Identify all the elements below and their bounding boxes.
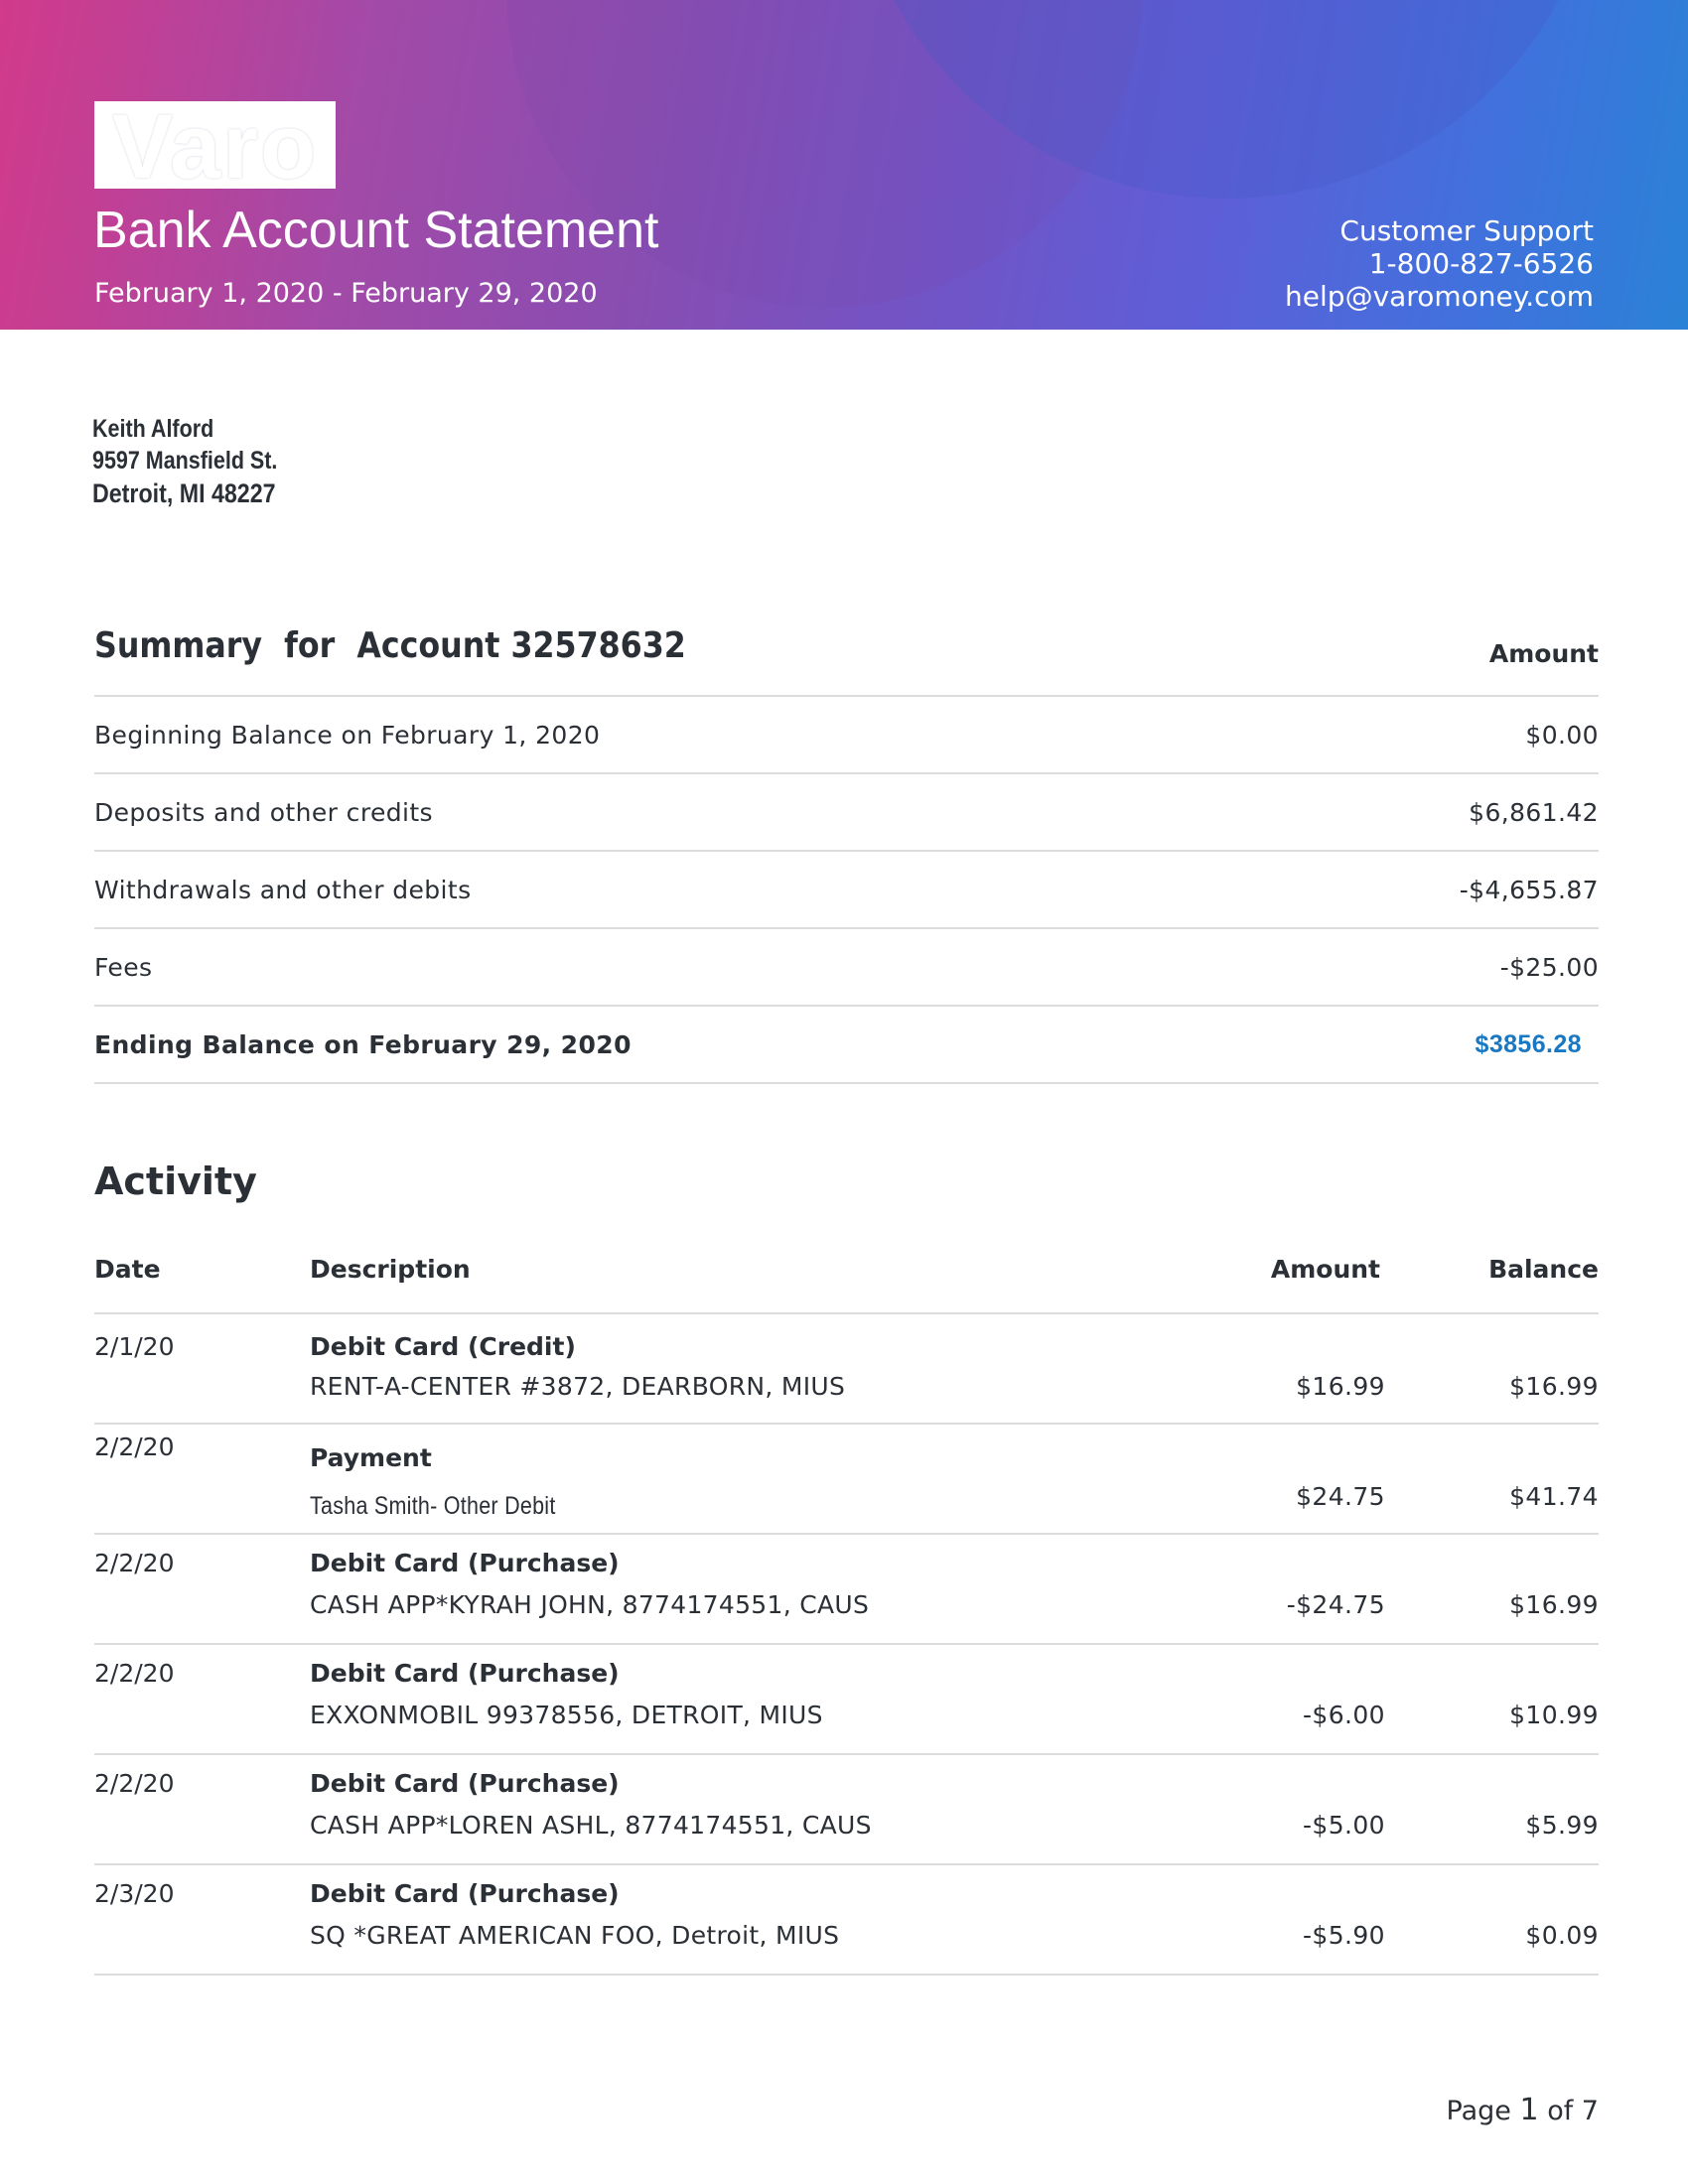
summary-row-value: $6,861.42 bbox=[1469, 798, 1599, 827]
table-row: 2/3/20 Debit Card (Purchase) SQ *GREAT A… bbox=[94, 1865, 1599, 1975]
summary-row-value: -$4,655.87 bbox=[1459, 876, 1599, 904]
row-date: 2/2/20 bbox=[94, 1769, 175, 1798]
table-row: 2/2/20 Debit Card (Purchase) EXXONMOBIL … bbox=[94, 1645, 1599, 1754]
summary-row-beginning-balance: Beginning Balance on February 1, 2020 $0… bbox=[94, 721, 1599, 760]
customer-city: Detroit, MI 48227 bbox=[92, 478, 276, 508]
row-amount: -$24.75 bbox=[1286, 1590, 1385, 1619]
logo-wordmark: Varo bbox=[111, 96, 319, 198]
summary-row-value: $0.00 bbox=[1525, 721, 1599, 750]
page-current: 1 bbox=[1519, 2093, 1539, 2127]
divider bbox=[94, 695, 1599, 697]
page-indicator: Page 1 of 7 bbox=[1447, 2093, 1599, 2127]
divider bbox=[94, 1005, 1599, 1007]
summary-row-label: Withdrawals and other debits bbox=[94, 876, 472, 904]
customer-name: Keith Alford bbox=[92, 415, 214, 443]
row-type: Debit Card (Credit) bbox=[310, 1332, 576, 1361]
summary-title-label: Summary for Account bbox=[94, 625, 500, 666]
table-row: 2/2/20 Debit Card (Purchase) CASH APP*LO… bbox=[94, 1755, 1599, 1864]
summary-header: Summary for Account 32578632 Amount bbox=[94, 625, 1599, 685]
page-title: Bank Account Statement bbox=[93, 202, 659, 259]
row-amount: $16.99 bbox=[1296, 1372, 1385, 1401]
row-description: SQ *GREAT AMERICAN FOO, Detroit, MIUS bbox=[310, 1921, 840, 1950]
row-balance: $5.99 bbox=[1525, 1811, 1599, 1840]
divider bbox=[94, 1974, 1599, 1976]
row-balance: $10.99 bbox=[1509, 1701, 1599, 1729]
row-amount: -$5.90 bbox=[1303, 1921, 1385, 1950]
row-type: Debit Card (Purchase) bbox=[310, 1879, 620, 1908]
row-balance: $41.74 bbox=[1509, 1482, 1599, 1511]
table-row: 2/1/20 Debit Card (Credit) RENT-A-CENTER… bbox=[94, 1314, 1599, 1424]
row-date: 2/3/20 bbox=[94, 1879, 175, 1908]
summary-row-value: -$25.00 bbox=[1499, 953, 1599, 982]
column-header-balance: Balance bbox=[1488, 1255, 1599, 1284]
row-type: Debit Card (Purchase) bbox=[310, 1659, 620, 1688]
row-amount: -$6.00 bbox=[1303, 1701, 1385, 1729]
support-phone[interactable]: 1-800-827-6526 bbox=[1285, 247, 1594, 280]
divider bbox=[94, 772, 1599, 774]
column-header-description: Description bbox=[310, 1255, 471, 1284]
row-amount: $24.75 bbox=[1296, 1482, 1385, 1511]
summary-row-label: Beginning Balance on February 1, 2020 bbox=[94, 721, 601, 750]
row-type: Debit Card (Purchase) bbox=[310, 1769, 620, 1798]
summary-row-fees: Fees -$25.00 bbox=[94, 953, 1599, 993]
summary-amount-header: Amount bbox=[1488, 639, 1599, 668]
column-header-amount: Amount bbox=[1270, 1255, 1380, 1284]
row-type: Payment bbox=[310, 1443, 432, 1472]
varo-logo: Varo bbox=[94, 96, 336, 198]
row-amount: -$5.00 bbox=[1303, 1811, 1385, 1840]
summary-row-deposits: Deposits and other credits $6,861.42 bbox=[94, 798, 1599, 838]
ending-balance-value: $3856.28 bbox=[1475, 1030, 1582, 1058]
activity-title: Activity bbox=[94, 1160, 257, 1203]
row-date: 2/1/20 bbox=[94, 1332, 175, 1361]
row-date: 2/2/20 bbox=[94, 1433, 175, 1461]
row-date: 2/2/20 bbox=[94, 1549, 175, 1577]
statement-header: Varo Bank Account Statement February 1, … bbox=[0, 0, 1688, 330]
summary-row-label: Fees bbox=[94, 953, 153, 982]
table-row: 2/2/20 Debit Card (Purchase) CASH APP*KY… bbox=[94, 1535, 1599, 1644]
page-label: Page bbox=[1446, 2096, 1511, 2126]
summary-row-withdrawals: Withdrawals and other debits -$4,655.87 bbox=[94, 876, 1599, 915]
row-balance: $0.09 bbox=[1525, 1921, 1599, 1950]
support-label: Customer Support bbox=[1339, 214, 1594, 247]
row-description: CASH APP*KYRAH JOHN, 8774174551, CAUS bbox=[310, 1590, 870, 1619]
customer-support-block: Customer Support 1-800-827-6526 help@var… bbox=[1285, 214, 1594, 313]
divider bbox=[94, 850, 1599, 852]
row-description: EXXONMOBIL 99378556, DETROIT, MIUS bbox=[310, 1701, 823, 1729]
customer-street: 9597 Mansfield St. bbox=[92, 447, 278, 475]
summary-title: Summary for Account 32578632 bbox=[94, 625, 686, 666]
page-total: of 7 bbox=[1547, 2096, 1599, 2126]
summary-row-label: Deposits and other credits bbox=[94, 798, 433, 827]
support-email[interactable]: help@varomoney.com bbox=[1285, 280, 1594, 313]
divider bbox=[94, 927, 1599, 929]
row-balance: $16.99 bbox=[1509, 1590, 1599, 1619]
account-number: 32578632 bbox=[510, 625, 686, 666]
ending-balance-label: Ending Balance on February 29, 2020 bbox=[94, 1030, 632, 1059]
row-balance: $16.99 bbox=[1509, 1372, 1599, 1401]
row-description: Tasha Smith- Other Debit bbox=[310, 1492, 556, 1520]
column-header-date: Date bbox=[94, 1255, 161, 1284]
row-type: Debit Card (Purchase) bbox=[310, 1549, 620, 1577]
table-row: 2/2/20 Payment Tasha Smith- Other Debit … bbox=[94, 1425, 1599, 1534]
summary-row-ending-balance: Ending Balance on February 29, 2020 $385… bbox=[94, 1030, 1599, 1070]
row-description: RENT-A-CENTER #3872, DEARBORN, MIUS bbox=[310, 1372, 846, 1401]
statement-period: February 1, 2020 - February 29, 2020 bbox=[94, 278, 598, 309]
row-description: CASH APP*LOREN ASHL, 8774174551, CAUS bbox=[310, 1811, 872, 1840]
divider bbox=[94, 1082, 1599, 1084]
row-date: 2/2/20 bbox=[94, 1659, 175, 1688]
customer-address: Keith Alford 9597 Mansfield St. Detroit,… bbox=[92, 413, 277, 510]
